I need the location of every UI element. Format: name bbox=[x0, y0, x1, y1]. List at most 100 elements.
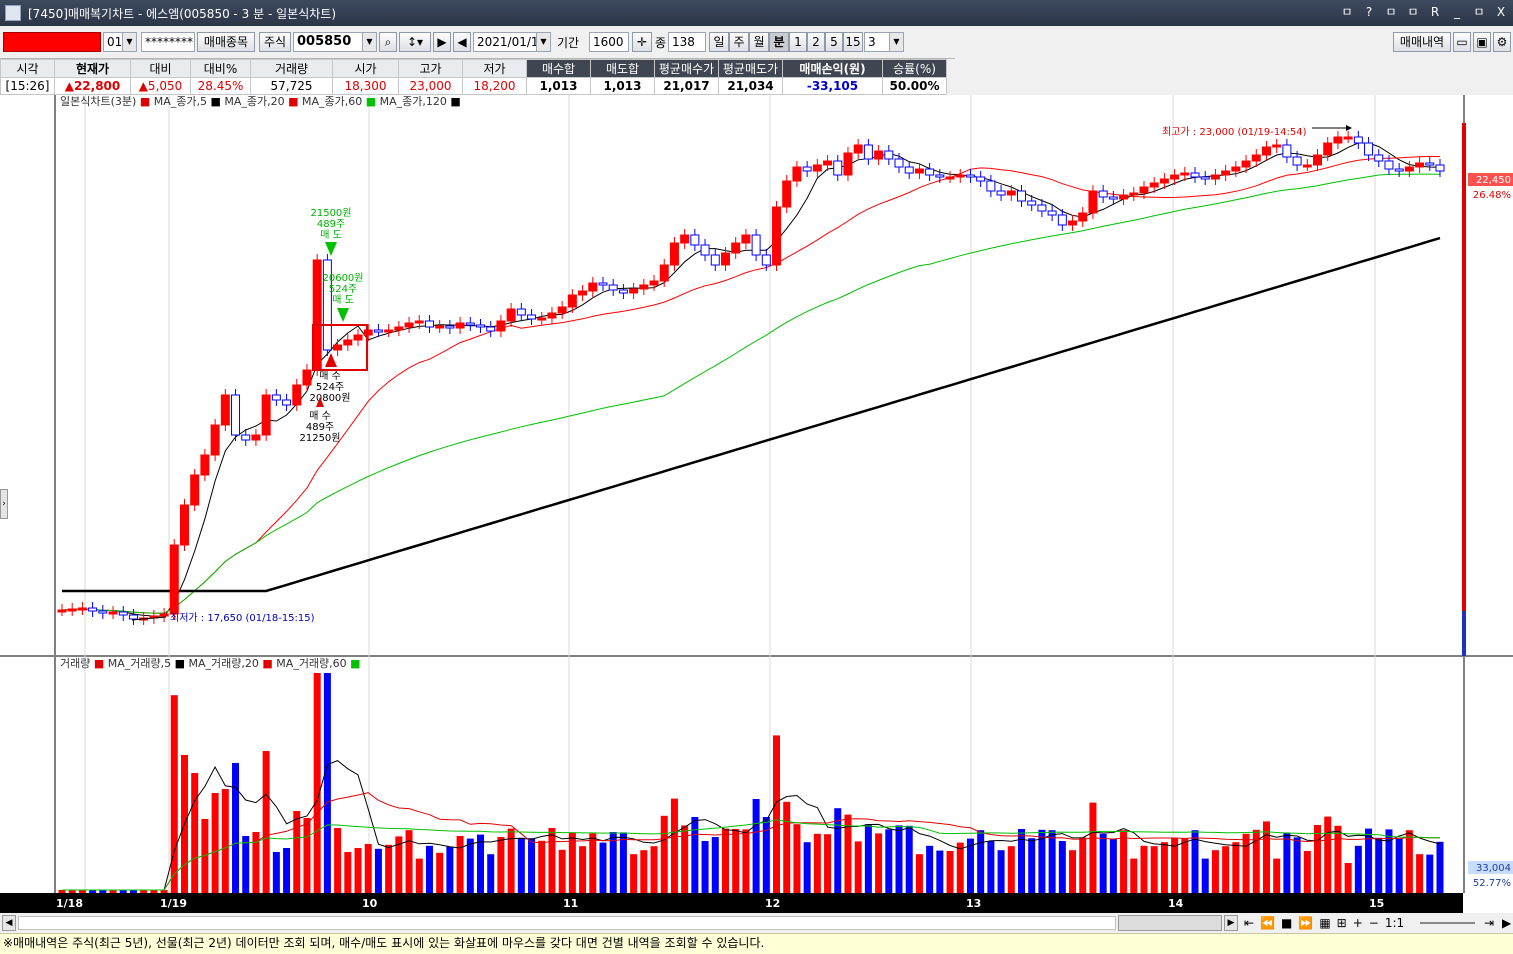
tf-minute-button[interactable]: 분 bbox=[769, 32, 789, 52]
screenshot-icon[interactable]: ㅁ bbox=[1383, 3, 1399, 21]
volume-bar bbox=[272, 852, 280, 893]
save-icon[interactable]: ▣ bbox=[1473, 32, 1491, 52]
interval-select[interactable]: 3 ▼ bbox=[864, 32, 904, 52]
zoom-ratio[interactable]: 1:1 bbox=[1385, 916, 1404, 930]
chevron-down-icon[interactable]: ▼ bbox=[536, 33, 550, 51]
volume-bar bbox=[1293, 837, 1301, 893]
candle-body bbox=[1313, 154, 1323, 166]
chart-area[interactable]: 일본식차트(3분) ■ MA_종가,5 ■ MA_종가,20 ■ MA_종가,6… bbox=[0, 95, 1513, 933]
zoom-slider[interactable] bbox=[1420, 922, 1475, 924]
scroll-right-icon[interactable]: ▶ bbox=[1224, 915, 1238, 931]
volume-bar bbox=[1426, 854, 1434, 893]
rewind-icon[interactable]: ⏪ bbox=[1260, 916, 1275, 930]
first-icon[interactable]: ⇤ bbox=[1244, 916, 1254, 930]
folder-icon[interactable]: ▭ bbox=[1453, 32, 1471, 52]
tf-month-button[interactable]: 월 bbox=[749, 32, 769, 52]
zoom-in-icon[interactable]: + bbox=[1353, 916, 1363, 930]
account-select[interactable] bbox=[3, 32, 101, 52]
volume-bar bbox=[1058, 841, 1066, 893]
side-panel-toggle[interactable]: › bbox=[0, 489, 8, 519]
candle-body bbox=[1159, 178, 1169, 184]
volume-bar bbox=[211, 793, 219, 893]
market-type-button[interactable]: 주식 bbox=[259, 32, 291, 52]
candle-body bbox=[945, 176, 955, 180]
candle-body bbox=[1282, 144, 1292, 158]
summary-high: 23,000 bbox=[398, 77, 463, 95]
horizontal-scroll-track[interactable] bbox=[18, 916, 1116, 930]
search-icon[interactable]: ⌕ bbox=[379, 32, 397, 52]
summary-header: 평균매도가 bbox=[718, 59, 783, 78]
tf-15-button[interactable]: 15 bbox=[843, 32, 863, 52]
minimize-icon[interactable]: _ bbox=[1449, 3, 1465, 21]
candle-body bbox=[1333, 136, 1343, 144]
candle-body bbox=[1302, 164, 1312, 168]
pin-icon[interactable]: ㅁ bbox=[1339, 3, 1355, 21]
candle-body bbox=[976, 176, 986, 182]
next-icon[interactable]: ▶ bbox=[1502, 916, 1511, 930]
candle-body bbox=[1149, 182, 1159, 188]
volume-bar bbox=[1201, 858, 1209, 893]
candle-body bbox=[996, 190, 1006, 196]
sell-arrow-icon[interactable] bbox=[325, 242, 337, 256]
scroll-left-icon[interactable]: ◀ bbox=[2, 915, 16, 931]
account-suffix-select[interactable]: 01 ▼ bbox=[103, 32, 137, 52]
volume-bar bbox=[425, 845, 433, 893]
help-icon[interactable]: ? bbox=[1361, 3, 1377, 21]
zoom-out-icon[interactable]: − bbox=[1369, 916, 1379, 930]
volume-bar bbox=[374, 848, 382, 893]
summary-pnl: -33,105 bbox=[782, 77, 883, 95]
maximize-icon[interactable]: ㅁ bbox=[1471, 3, 1487, 21]
candle-body bbox=[200, 454, 210, 476]
volume-bar bbox=[1395, 838, 1403, 893]
sort-icon[interactable]: ↕▾ bbox=[399, 32, 431, 52]
tf-1-button[interactable]: 1 bbox=[789, 32, 807, 52]
trade-history-button[interactable]: 매매내역 bbox=[1393, 32, 1451, 52]
refresh-icon[interactable]: R bbox=[1427, 3, 1443, 21]
trade-items-button[interactable]: 매매종목 bbox=[197, 32, 255, 52]
password-field[interactable]: ******** bbox=[141, 32, 195, 52]
candle-body bbox=[506, 308, 516, 322]
crosshair-icon[interactable]: ✛ bbox=[632, 32, 652, 52]
date-picker[interactable]: 2021/01/19 ▼ bbox=[473, 32, 551, 52]
horizontal-scroll-thumb[interactable] bbox=[1118, 915, 1222, 931]
candle-body bbox=[98, 610, 108, 614]
toolbar: 01 ▼ ******** 매매종목 주식 005850 ▼ ⌕ ↕▾ ▶ ◀ 20… bbox=[0, 28, 1513, 56]
summary-header: 대비 bbox=[130, 59, 191, 78]
volume-bar bbox=[191, 773, 199, 893]
stop-icon[interactable]: ■ bbox=[1281, 916, 1292, 930]
close-icon[interactable]: X bbox=[1493, 3, 1509, 21]
candle-body bbox=[863, 144, 873, 160]
prev-icon[interactable]: ◀ bbox=[453, 32, 471, 52]
grid-icon[interactable]: ▦ bbox=[1319, 916, 1330, 930]
sell-arrow-icon[interactable] bbox=[337, 308, 349, 322]
tf-5-button[interactable]: 5 bbox=[825, 32, 843, 52]
tf-2-button[interactable]: 2 bbox=[807, 32, 825, 52]
x-tick-label: 12 bbox=[765, 897, 781, 910]
last-icon[interactable]: ⇥ bbox=[1484, 916, 1494, 930]
candle-body bbox=[384, 329, 394, 333]
tf-week-button[interactable]: 주 bbox=[729, 32, 749, 52]
link-icon[interactable]: ㅁ bbox=[1405, 3, 1421, 21]
chevron-down-icon[interactable]: ▼ bbox=[122, 33, 136, 51]
chevron-down-icon[interactable]: ▼ bbox=[362, 33, 376, 51]
forward-icon[interactable]: ⏩ bbox=[1298, 916, 1313, 930]
chart-canvas[interactable]: 일본식차트(3분) ■ MA_종가,5 ■ MA_종가,20 ■ MA_종가,6… bbox=[0, 95, 1513, 893]
chevron-down-icon[interactable]: ▼ bbox=[889, 33, 903, 51]
settings-icon[interactable]: ⚙ bbox=[1493, 32, 1511, 52]
count-input[interactable]: 138 bbox=[668, 32, 706, 52]
volume-bar bbox=[1273, 858, 1281, 893]
play-icon[interactable]: ▶ bbox=[433, 32, 451, 52]
candle-body bbox=[751, 234, 761, 256]
fit-icon[interactable]: ⊞ bbox=[1337, 916, 1347, 930]
candle-body bbox=[1415, 162, 1425, 168]
period-input[interactable]: 1600 bbox=[589, 32, 629, 52]
volume-bar bbox=[1222, 846, 1230, 893]
summary-buy-total: 1,013 bbox=[526, 77, 591, 95]
volume-legend: 거래량 ■ MA_거래량,5 ■ MA_거래량,20 ■ MA_거래량,60 ■ bbox=[60, 657, 361, 670]
volume-bar bbox=[456, 836, 464, 893]
stock-code-input[interactable]: 005850 ▼ bbox=[293, 32, 377, 52]
tf-day-button[interactable]: 일 bbox=[709, 32, 729, 52]
candle-body bbox=[435, 325, 445, 329]
candle-body bbox=[312, 259, 322, 371]
volume-bar bbox=[221, 789, 229, 893]
